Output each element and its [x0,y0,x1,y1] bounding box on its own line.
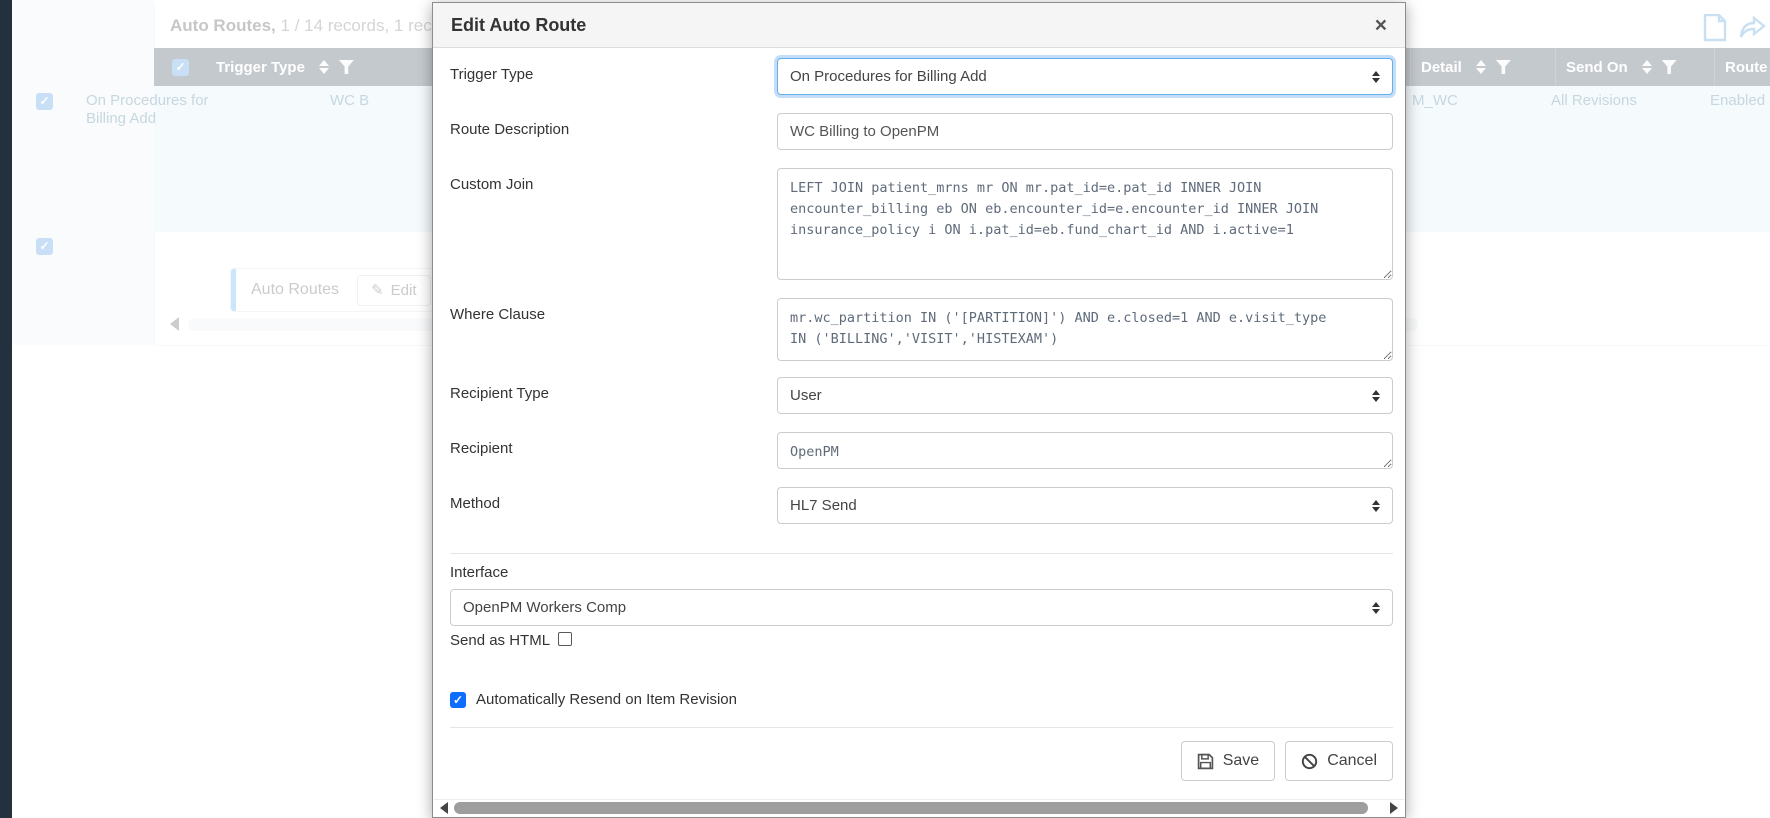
edit-auto-route-dialog: Edit Auto Route × Trigger Type On Proced… [432,2,1406,818]
method-label: Method [450,487,777,524]
dialog-header: Edit Auto Route × [433,3,1405,48]
scroll-right-icon[interactable] [1390,802,1398,814]
trigger-type-select[interactable]: On Procedures for Billing Add [777,58,1393,95]
send-as-html-checkbox[interactable] [558,632,572,646]
dialog-title: Edit Auto Route [451,15,586,36]
scrollbar-track[interactable] [454,802,1384,815]
dialog-horizontal-scrollbar[interactable] [434,799,1404,816]
route-description-input[interactable] [777,113,1393,150]
interface-select[interactable]: OpenPM Workers Comp [450,589,1393,626]
save-button[interactable]: Save [1181,741,1275,781]
custom-join-textarea[interactable]: LEFT JOIN patient_mrns mr ON mr.pat_id=e… [777,168,1393,280]
left-nav-rail [0,0,12,818]
send-as-html-label: Send as HTML [450,632,550,649]
recipient-label: Recipient [450,432,777,469]
recipient-type-label: Recipient Type [450,377,777,414]
recipient-textarea[interactable]: OpenPM [777,432,1393,469]
select-caret-icon [1372,390,1380,402]
select-caret-icon [1372,602,1380,614]
footer-divider [450,727,1393,728]
select-caret-icon [1372,500,1380,512]
section-divider [450,553,1393,554]
interface-label: Interface [450,564,1393,581]
auto-resend-label: Automatically Resend on Item Revision [476,691,737,708]
route-description-label: Route Description [450,113,777,150]
scroll-left-icon[interactable] [440,802,448,814]
where-clause-textarea[interactable]: mr.wc_partition IN ('[PARTITION]') AND e… [777,298,1393,361]
custom-join-label: Custom Join [450,168,777,280]
trigger-type-label: Trigger Type [450,58,777,95]
method-select[interactable]: HL7 Send [777,487,1393,524]
close-icon[interactable]: × [1375,15,1387,36]
ban-icon [1301,753,1318,770]
recipient-type-select[interactable]: User [777,377,1393,414]
scrollbar-thumb[interactable] [454,802,1368,814]
select-caret-icon [1372,71,1380,83]
auto-resend-checkbox[interactable]: ✓ [450,692,466,708]
where-clause-label: Where Clause [450,298,777,361]
floppy-disk-icon [1197,753,1214,770]
cancel-button[interactable]: Cancel [1285,741,1393,781]
